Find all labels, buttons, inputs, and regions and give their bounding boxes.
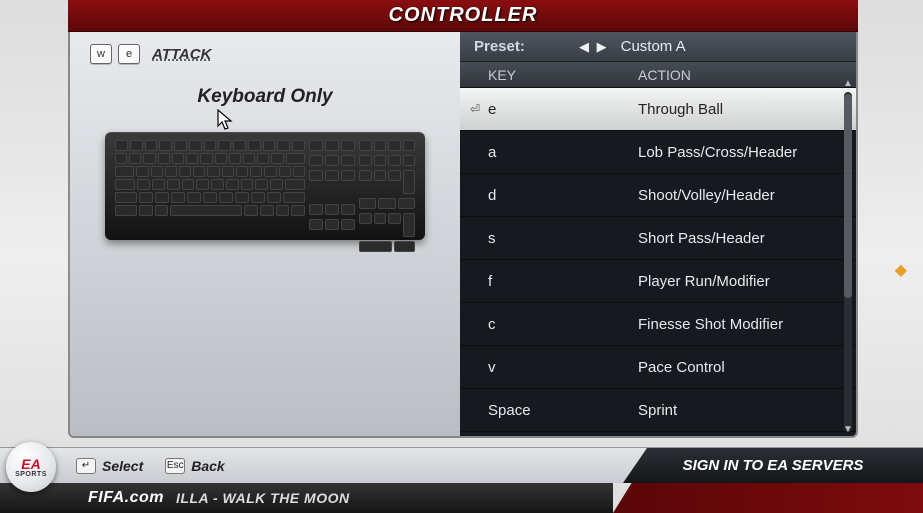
column-action: ACTION	[638, 67, 691, 83]
prev-mode-key[interactable]: w	[90, 44, 112, 64]
binding-action: Player Run/Modifier	[638, 273, 828, 290]
controller-panel: w e ATTACK Keyboard Only	[70, 32, 460, 436]
page-title: CONTROLLER	[389, 4, 538, 27]
preset-label: Preset:	[474, 38, 579, 55]
binding-key: c	[488, 316, 638, 333]
binding-key: Space	[488, 402, 638, 419]
next-mode-key[interactable]: e	[118, 44, 140, 64]
binding-row[interactable]: ⏎ eThrough Ball	[460, 88, 856, 131]
esc-key-icon: Esc	[165, 458, 185, 474]
binding-row[interactable]: ⏎SpaceSprint	[460, 389, 856, 432]
binding-key: e	[488, 101, 638, 118]
back-label: Back	[191, 458, 224, 474]
binding-action: Through Ball	[638, 101, 828, 118]
preset-arrows-icon[interactable]: ◀ ▶	[579, 39, 609, 55]
binding-action: Lob Pass/Cross/Header	[638, 144, 828, 161]
ticker-brand: FIFA.com	[88, 489, 164, 507]
ticker-text: ILLA - WALK THE MOON	[176, 490, 350, 506]
enter-icon: ⏎	[470, 102, 484, 116]
select-label: Select	[102, 458, 143, 474]
binding-row[interactable]: ⏎sShort Pass/Header	[460, 217, 856, 260]
scroll-up-icon[interactable]: ▲	[843, 78, 853, 88]
preset-selector[interactable]: Preset: ◀ ▶ Custom A	[460, 32, 856, 62]
binding-action: Shoot/Volley/Header	[638, 187, 828, 204]
preset-value: Custom A	[621, 38, 686, 55]
sign-in-button[interactable]: SIGN IN TO EA SERVERS	[623, 448, 923, 483]
binding-key: v	[488, 359, 638, 376]
binding-key: f	[488, 273, 638, 290]
bindings-panel: Preset: ◀ ▶ Custom A KEY ACTION ⏎ eThroug…	[460, 32, 856, 436]
scrollbar[interactable]: ▲ ▼	[844, 92, 852, 432]
binding-row[interactable]: ⏎fPlayer Run/Modifier	[460, 260, 856, 303]
binding-action: Finesse Shot Modifier	[638, 316, 828, 333]
binding-action: Short Pass/Header	[638, 230, 828, 247]
binding-key: a	[488, 144, 638, 161]
enter-key-icon: ↵	[76, 458, 96, 474]
title-bar: CONTROLLER	[68, 0, 858, 32]
side-caret-icon: ◆	[895, 260, 907, 280]
binding-key: d	[488, 187, 638, 204]
binding-row[interactable]: ⏎dShoot/Volley/Header	[460, 174, 856, 217]
keyboard-image	[105, 132, 425, 240]
binding-row[interactable]: ⏎cFinesse Shot Modifier	[460, 303, 856, 346]
footer-accent	[613, 483, 923, 513]
controller-name: Keyboard Only	[90, 86, 440, 108]
select-button[interactable]: ↵ Select	[76, 458, 143, 474]
footer: EA SPORTS ↵ Select Esc Back SIGN IN TO E…	[0, 447, 923, 513]
scroll-down-icon[interactable]: ▼	[843, 424, 853, 434]
bindings-header: KEY ACTION	[460, 62, 856, 88]
binding-row[interactable]: ⏎aLob Pass/Cross/Header	[460, 131, 856, 174]
binding-key: s	[488, 230, 638, 247]
binding-action: Pace Control	[638, 359, 828, 376]
binding-action: Sprint	[638, 402, 828, 419]
bindings-list: ⏎ eThrough Ball ⏎aLob Pass/Cross/Header⏎dS…	[460, 88, 856, 436]
back-button[interactable]: Esc Back	[165, 458, 224, 474]
mode-label: ATTACK	[152, 46, 211, 63]
column-key: KEY	[488, 67, 638, 83]
ea-sports-logo: EA SPORTS	[6, 442, 56, 492]
mode-selector[interactable]: w e ATTACK	[90, 44, 440, 64]
binding-row[interactable]: ⏎vPace Control	[460, 346, 856, 389]
news-ticker: FIFA.com ILLA - WALK THE MOON	[0, 483, 613, 513]
scroll-thumb[interactable]	[844, 94, 852, 298]
